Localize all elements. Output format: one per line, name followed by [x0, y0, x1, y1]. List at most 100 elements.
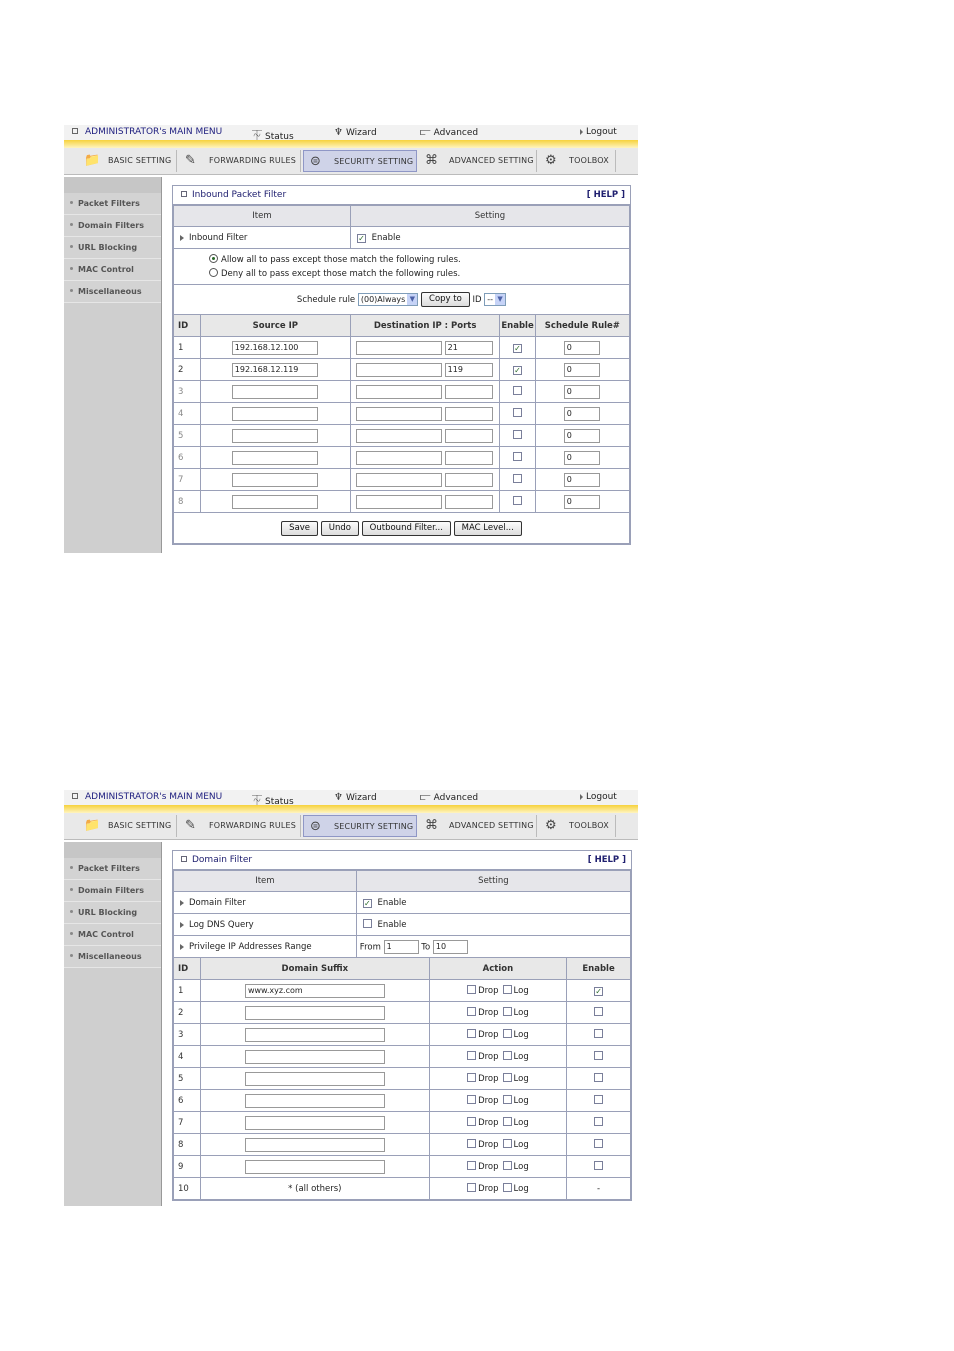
rule-enable-checkbox[interactable] — [594, 1007, 604, 1016]
log-checkbox[interactable] — [502, 1095, 512, 1104]
rule-enable-checkbox[interactable]: ✓ — [513, 343, 523, 353]
rule-enable-checkbox[interactable] — [594, 1161, 604, 1170]
undo-button[interactable]: Undo — [320, 520, 359, 536]
admin-main-menu[interactable]: ADMINISTRATOR's MAIN MENU — [72, 792, 222, 802]
tab-toolbox[interactable]: ⚙ TOOLBOX — [539, 150, 616, 172]
schedule-rule-input[interactable]: 0 — [563, 494, 600, 509]
logout-link[interactable]: Logout — [580, 127, 617, 137]
domain-suffix-input[interactable] — [244, 1137, 385, 1152]
rule-enable-checkbox[interactable] — [594, 1073, 604, 1082]
schedule-rule-input[interactable]: 0 — [563, 428, 600, 443]
rule-enable-checkbox[interactable] — [513, 452, 523, 461]
dest-ip-input[interactable] — [355, 340, 442, 355]
schedule-select[interactable]: (00)Always ▼ — [357, 293, 419, 306]
dest-port-input[interactable] — [444, 428, 493, 443]
source-ip-input[interactable] — [231, 450, 318, 465]
dest-ip-input[interactable] — [355, 428, 442, 443]
dest-ip-input[interactable] — [355, 472, 442, 487]
rule-enable-checkbox[interactable] — [594, 1029, 604, 1038]
source-ip-input[interactable] — [231, 494, 318, 509]
drop-checkbox[interactable] — [467, 1117, 477, 1126]
dest-port-input[interactable] — [444, 450, 493, 465]
log-checkbox[interactable] — [502, 1007, 512, 1016]
help-link[interactable]: [ HELP ] — [588, 851, 626, 869]
tab-security-setting[interactable]: ⊜ SECURITY SETTING — [303, 150, 417, 172]
sidebar-item-packet-filters[interactable]: Packet Filters — [64, 858, 161, 880]
outbound-filter-button[interactable]: Outbound Filter... — [361, 520, 451, 536]
domain-suffix-input[interactable]: www.xyz.com — [244, 983, 385, 998]
rule-enable-checkbox[interactable] — [513, 430, 523, 439]
log-checkbox[interactable] — [502, 985, 512, 994]
tab-toolbox[interactable]: ⚙ TOOLBOX — [539, 815, 616, 837]
id-select[interactable]: -- ▼ — [484, 293, 507, 306]
deny-radio[interactable] — [209, 267, 218, 277]
rule-enable-checkbox[interactable] — [513, 386, 523, 395]
domain-suffix-input[interactable] — [244, 1093, 385, 1108]
log-checkbox[interactable] — [502, 1139, 512, 1148]
allow-radio[interactable] — [209, 253, 218, 263]
source-ip-input[interactable]: 192.168.12.100 — [231, 340, 318, 355]
schedule-rule-input[interactable]: 0 — [563, 472, 600, 487]
tab-basic-setting[interactable]: 📁 BASIC SETTING — [78, 150, 177, 172]
rule-enable-checkbox[interactable] — [513, 496, 523, 505]
tab-advanced-setting[interactable]: ⌘ ADVANCED SETTING — [419, 815, 537, 837]
tab-basic-setting[interactable]: 📁 BASIC SETTING — [78, 815, 177, 837]
source-ip-input[interactable] — [231, 428, 318, 443]
sidebar-item-url-blocking[interactable]: URL Blocking — [64, 237, 161, 259]
domain-suffix-input[interactable] — [244, 1027, 385, 1042]
rule-enable-checkbox[interactable] — [594, 1095, 604, 1104]
rule-enable-checkbox[interactable] — [594, 1139, 604, 1148]
copy-to-button[interactable]: Copy to — [421, 292, 470, 307]
log-checkbox[interactable] — [502, 1117, 512, 1126]
log-checkbox[interactable] — [502, 1051, 512, 1060]
admin-main-menu[interactable]: ADMINISTRATOR's MAIN MENU — [72, 127, 222, 137]
domain-suffix-input[interactable] — [244, 1159, 385, 1174]
save-button[interactable]: Save — [281, 520, 319, 536]
rule-enable-checkbox[interactable] — [594, 1117, 604, 1126]
logout-link[interactable]: Logout — [580, 792, 617, 802]
advanced-link[interactable]: ⫍ Advanced — [420, 792, 478, 803]
dest-port-input[interactable]: 119 — [444, 362, 493, 377]
dest-port-input[interactable] — [444, 494, 493, 509]
allow-option[interactable]: Allow all to pass except those match the… — [209, 253, 625, 267]
sidebar-item-mac-control[interactable]: MAC Control — [64, 924, 161, 946]
deny-option[interactable]: Deny all to pass except those match the … — [209, 267, 625, 281]
drop-checkbox[interactable] — [467, 1095, 477, 1104]
sidebar-item-miscellaneous[interactable]: Miscellaneous — [64, 281, 161, 303]
source-ip-input[interactable] — [231, 472, 318, 487]
log-checkbox[interactable] — [502, 1183, 512, 1192]
log-checkbox[interactable] — [502, 1029, 512, 1038]
wizard-link[interactable]: ♆ Wizard — [334, 792, 377, 803]
dest-port-input[interactable] — [444, 384, 493, 399]
tab-forwarding-rules[interactable]: ✎ FORWARDING RULES — [179, 815, 301, 837]
log-dns-enable-checkbox[interactable] — [362, 919, 372, 928]
dest-ip-input[interactable] — [355, 450, 442, 465]
dest-port-input[interactable] — [444, 472, 493, 487]
drop-checkbox[interactable] — [467, 1161, 477, 1170]
inbound-filter-enable-checkbox[interactable]: ✓ — [356, 233, 366, 243]
sidebar-item-mac-control[interactable]: MAC Control — [64, 259, 161, 281]
drop-checkbox[interactable] — [467, 1051, 477, 1060]
drop-checkbox[interactable] — [467, 985, 477, 994]
dest-ip-input[interactable] — [355, 406, 442, 421]
rule-enable-checkbox[interactable]: ✓ — [594, 986, 604, 996]
schedule-rule-input[interactable]: 0 — [563, 450, 600, 465]
source-ip-input[interactable]: 192.168.12.119 — [231, 362, 318, 377]
drop-checkbox[interactable] — [467, 1183, 477, 1192]
drop-checkbox[interactable] — [467, 1007, 477, 1016]
tab-advanced-setting[interactable]: ⌘ ADVANCED SETTING — [419, 150, 537, 172]
dest-port-input[interactable]: 21 — [444, 340, 493, 355]
source-ip-input[interactable] — [231, 384, 318, 399]
schedule-rule-input[interactable]: 0 — [563, 384, 600, 399]
rule-enable-checkbox[interactable] — [513, 408, 523, 417]
domain-suffix-input[interactable] — [244, 1115, 385, 1130]
to-input[interactable]: 10 — [432, 939, 468, 954]
domain-suffix-input[interactable] — [244, 1049, 385, 1064]
rule-enable-checkbox[interactable] — [594, 1051, 604, 1060]
from-input[interactable]: 1 — [383, 939, 419, 954]
sidebar-item-url-blocking[interactable]: URL Blocking — [64, 902, 161, 924]
advanced-link[interactable]: ⫍ Advanced — [420, 127, 478, 138]
sidebar-item-domain-filters[interactable]: Domain Filters — [64, 215, 161, 237]
domain-filter-enable-checkbox[interactable]: ✓ — [362, 898, 372, 908]
rule-enable-checkbox[interactable]: ✓ — [513, 365, 523, 375]
